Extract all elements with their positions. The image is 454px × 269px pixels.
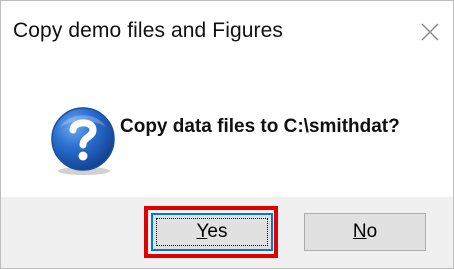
message-area: Copy data files to C:\smithdat? bbox=[1, 63, 453, 197]
focus-rectangle bbox=[156, 218, 268, 246]
button-bar: Yes No bbox=[1, 197, 453, 268]
question-icon bbox=[51, 107, 115, 175]
title-bar: Copy demo files and Figures bbox=[1, 1, 453, 63]
close-icon bbox=[421, 23, 439, 41]
no-button[interactable]: No bbox=[304, 213, 426, 251]
message-text: Copy data files to C:\smithdat? bbox=[120, 116, 400, 137]
window-title: Copy demo files and Figures bbox=[13, 19, 283, 42]
no-label-rest: o bbox=[366, 221, 378, 242]
yes-button[interactable]: Yes bbox=[151, 213, 273, 251]
no-mnemonic: N bbox=[352, 221, 367, 242]
no-button-label: No bbox=[353, 221, 377, 243]
message-dialog: Copy demo files and Figures Copy data fi… bbox=[0, 0, 454, 269]
close-button[interactable] bbox=[407, 1, 453, 63]
